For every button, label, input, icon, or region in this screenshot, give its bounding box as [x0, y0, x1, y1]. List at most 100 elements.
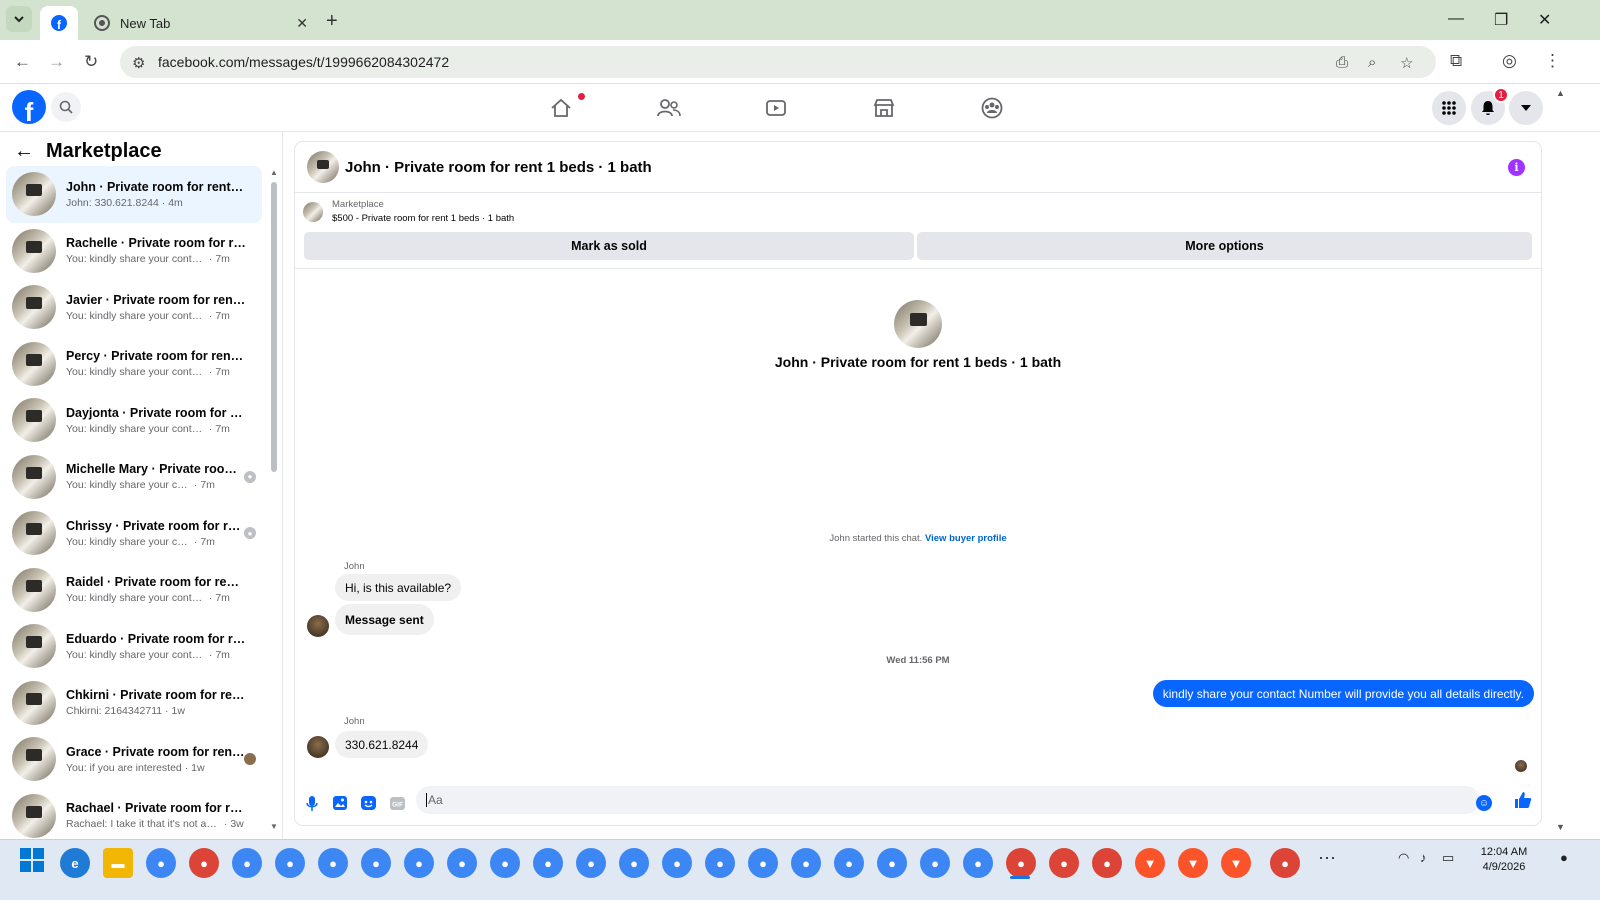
friends-icon[interactable] — [649, 94, 689, 122]
chrome-profile-icon[interactable]: ● — [232, 848, 262, 878]
chrome-profile-icon[interactable]: ● — [146, 848, 176, 878]
reload-icon[interactable]: ↻ — [84, 52, 98, 72]
conversation-item[interactable]: Grace · Private room for rent ... You: if… — [6, 731, 262, 788]
message-bubble[interactable]: Message sent — [335, 604, 434, 635]
conversation-item[interactable]: Raidel · Private room for rent 1 ... You:… — [6, 562, 262, 619]
more-options-button[interactable]: More options — [917, 232, 1532, 260]
chrome-profile-icon[interactable]: ● — [791, 848, 821, 878]
back-icon[interactable]: ← — [14, 52, 31, 72]
profile-icon[interactable]: ◎ — [1502, 51, 1517, 71]
chrome-profile-icon[interactable]: ● — [877, 848, 907, 878]
system-clock[interactable]: 12:04 AM 4/9/2026 — [1472, 845, 1536, 875]
sidebar-scrollbar[interactable]: ▲ ▼ — [270, 168, 278, 831]
photo-icon[interactable] — [332, 795, 348, 811]
conversation-item[interactable]: Chkirni · Private room for rent 1... Chki… — [6, 675, 262, 732]
chrome-icon[interactable]: ● — [1092, 848, 1122, 878]
page-scroll-up-icon[interactable]: ▲ — [1556, 88, 1565, 98]
chrome-profile-icon[interactable]: ● — [619, 848, 649, 878]
install-app-icon[interactable]: ⎙ — [1336, 54, 1348, 71]
chrome-profile-icon[interactable]: ● — [361, 848, 391, 878]
message-bubble[interactable]: 330.621.8244 — [335, 731, 429, 758]
zoom-icon[interactable]: ⌕ — [1368, 54, 1376, 71]
outgoing-message-bubble[interactable]: kindly share your contact Number will pr… — [1152, 680, 1534, 707]
chrome-profile-icon[interactable]: ● — [447, 848, 477, 878]
conversation-item[interactable]: Percy · Private room for rent 1 b... You:… — [6, 336, 262, 393]
chrome-profile-icon[interactable]: ● — [705, 848, 735, 878]
marketplace-icon[interactable] — [864, 94, 904, 122]
tab-facebook[interactable]: f — [40, 6, 78, 40]
account-dropdown-icon[interactable] — [1509, 91, 1543, 125]
chrome-active-icon[interactable]: ● — [1006, 848, 1036, 878]
conversation-item[interactable]: Rachael · Private room for rent ... Racha… — [6, 788, 262, 840]
brave-icon[interactable]: ▼ — [1178, 848, 1208, 878]
windows-start-icon[interactable] — [20, 848, 44, 872]
forward-icon[interactable]: → — [48, 52, 65, 72]
back-arrow-icon[interactable]: ← — [14, 140, 34, 163]
notifications-bell-icon[interactable]: 1 — [1471, 87, 1509, 125]
chrome-profile-icon[interactable]: ● — [533, 848, 563, 878]
browser-menu-icon[interactable]: ⋮ — [1544, 51, 1561, 71]
extensions-icon[interactable]: ⧉ — [1450, 51, 1462, 71]
conversation-item[interactable]: Rachelle · Private room for rent ... You:… — [6, 223, 262, 280]
battery-icon[interactable]: ▭ — [1442, 850, 1454, 866]
search-icon[interactable] — [51, 92, 81, 122]
conversation-item[interactable]: Eduardo · Private room for rent ... You: … — [6, 618, 262, 675]
listing-summary[interactable]: Marketplace $500 - Private room for rent… — [303, 198, 703, 226]
microphone-icon[interactable] — [304, 795, 320, 811]
menu-grid-icon[interactable] — [1432, 91, 1466, 125]
chrome-profile-icon[interactable]: ● — [404, 848, 434, 878]
chrome-profile-icon[interactable]: ● — [275, 848, 305, 878]
conversation-item[interactable]: Dayjonta · Private room for rent... You: … — [6, 392, 262, 449]
groups-icon[interactable] — [972, 94, 1012, 122]
edge-icon[interactable]: e — [60, 848, 90, 878]
close-icon[interactable]: ✕ — [296, 15, 308, 32]
chrome-profile-icon[interactable]: ● — [318, 848, 348, 878]
restore-icon[interactable]: ❐ — [1494, 10, 1508, 30]
bookmark-star-icon[interactable]: ☆ — [1400, 54, 1413, 72]
scrollbar-thumb[interactable] — [271, 182, 277, 472]
mark-as-sold-button[interactable]: Mark as sold — [304, 232, 914, 260]
speaker-icon[interactable]: ♪ — [1420, 850, 1427, 865]
video-icon[interactable] — [756, 94, 796, 122]
minimize-icon[interactable]: — — [1448, 10, 1464, 28]
conversation-item[interactable]: Chrissy · Private room for ren... You: ki… — [6, 505, 262, 562]
chrome-icon[interactable]: ● — [1049, 848, 1079, 878]
more-apps-icon[interactable]: ⋯ — [1318, 848, 1336, 869]
chrome-profile-icon[interactable]: ● — [576, 848, 606, 878]
chat-title[interactable]: John · Private room for rent 1 beds · 1 … — [345, 159, 652, 176]
sender-avatar[interactable] — [307, 736, 329, 758]
scroll-down-icon[interactable]: ▼ — [270, 822, 278, 831]
chrome-profile-icon[interactable]: ● — [963, 848, 993, 878]
brave-icon[interactable]: ▼ — [1221, 848, 1251, 878]
emoji-icon[interactable]: ☺ — [1476, 795, 1492, 811]
message-bubble[interactable]: Hi, is this available? — [335, 574, 462, 601]
brave-icon[interactable]: ▼ — [1135, 848, 1165, 878]
file-explorer-icon[interactable]: ▬ — [103, 848, 133, 878]
chrome-profile-icon[interactable]: ● — [490, 848, 520, 878]
scroll-up-icon[interactable]: ▲ — [270, 168, 278, 177]
message-input[interactable]: Aa — [416, 786, 1480, 814]
avatar[interactable] — [307, 151, 339, 183]
info-icon[interactable]: i — [1508, 159, 1525, 176]
thumbs-up-icon[interactable] — [1514, 791, 1532, 814]
new-tab-button[interactable]: + — [326, 10, 338, 33]
chrome-profile-icon[interactable]: ● — [662, 848, 692, 878]
view-buyer-profile-link[interactable]: View buyer profile — [925, 533, 1007, 544]
gif-icon[interactable]: GIF — [389, 795, 405, 811]
chrome-profile-icon[interactable]: ● — [748, 848, 778, 878]
tab-new-tab[interactable]: New Tab ✕ — [84, 6, 318, 40]
sender-avatar[interactable] — [307, 615, 329, 637]
facebook-logo[interactable]: f — [12, 90, 46, 124]
tab-search-button[interactable] — [6, 6, 32, 32]
chrome-icon[interactable]: ● — [1270, 848, 1300, 878]
conversation-item[interactable]: John · Private room for rent 1 b... John:… — [6, 166, 262, 223]
home-icon[interactable] — [541, 94, 581, 122]
conversation-item[interactable]: Michelle Mary · Private room ... You: kin… — [6, 449, 262, 506]
conversation-item[interactable]: Javier · Private room for rent 1 b... You… — [6, 279, 262, 336]
chrome-profile-icon[interactable]: ● — [834, 848, 864, 878]
page-scroll-down-icon[interactable]: ▼ — [1556, 822, 1565, 832]
site-info-icon[interactable]: ⚙ — [132, 54, 145, 72]
url-field[interactable]: ⚙ facebook.com/messages/t/19996620843024… — [120, 46, 1436, 78]
sticker-icon[interactable] — [360, 795, 376, 811]
notification-center-icon[interactable]: ● — [1560, 850, 1568, 865]
